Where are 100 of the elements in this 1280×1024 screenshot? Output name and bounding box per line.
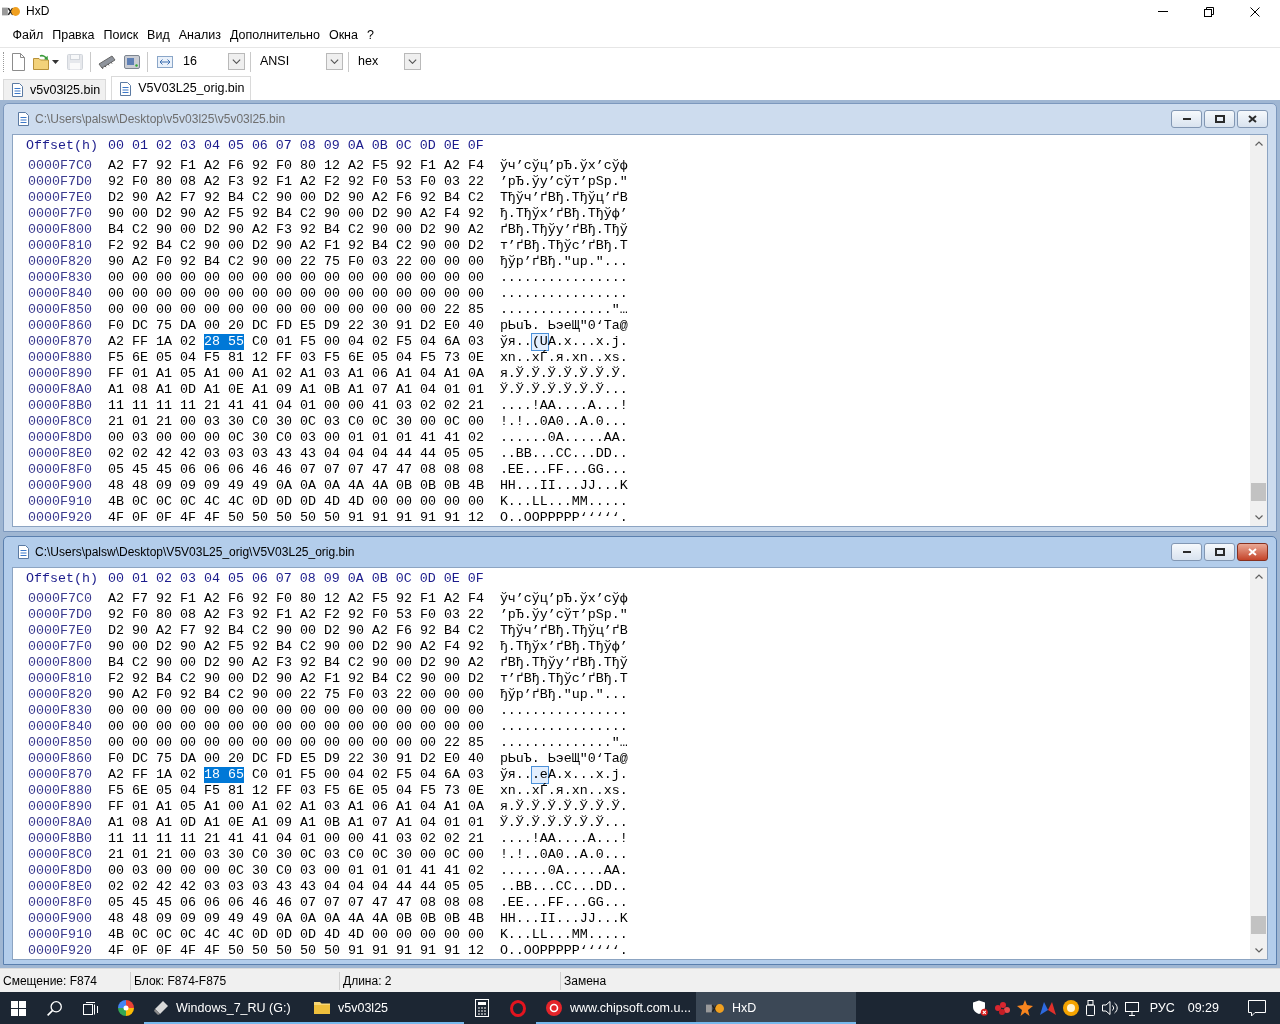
- hex-bytes: 48 48 09 09 09 49 49 0A 0A 0A 4A 4A 0B 0B 0B 4B: [108, 911, 484, 927]
- message-icon[interactable]: [1248, 999, 1266, 1017]
- monitor-icon[interactable]: [1124, 1000, 1139, 1016]
- row-offset: 0000F7F0: [28, 206, 92, 222]
- maximize-button[interactable]: [1204, 110, 1235, 128]
- hex-bytes: C0 01 F5 00 04 02 F5 04 6A 03: [251, 334, 484, 350]
- row-offset: 0000F800: [28, 222, 92, 238]
- column-header: 04: [203, 138, 220, 154]
- hex-bytes: 90 00 D2 90 A2 F5 92 B4 C2 90 00 D2 90 A2 F4 92: [108, 639, 484, 655]
- ansi-text: !.!..0А0..А.0...: [499, 414, 628, 430]
- caret-icon: [52, 59, 59, 64]
- star-icon[interactable]: [1016, 1000, 1033, 1016]
- menu-item[interactable]: Окна: [324, 25, 363, 45]
- menu-item[interactable]: Вид: [142, 25, 175, 45]
- ansi-text: ґВђ.Тђўу’ґВђ.Тђў: [499, 655, 628, 671]
- menu-item[interactable]: Анализ: [174, 25, 226, 45]
- berries-icon[interactable]: [994, 1001, 1010, 1015]
- menu-item[interactable]: Правка: [47, 25, 99, 45]
- row-offset: 0000F8C0: [28, 847, 92, 863]
- ansi-text: ’рЂ.ўу’сўт’рSр.": [499, 174, 628, 190]
- scroll-up-icon[interactable]: [1254, 574, 1263, 579]
- window-title: C:\Users\palsw\Desktop\V5V03L25_orig\V5V03L25_orig.bin: [35, 544, 355, 561]
- windows-logo-icon: [10, 1000, 26, 1016]
- logo-icon[interactable]: [1039, 1001, 1056, 1015]
- tab[interactable]: v5v03l25.bin: [3, 79, 107, 100]
- menu-item[interactable]: Файл: [8, 25, 48, 45]
- hex-bytes: 21 01 21 00 03 30 C0 30 0C 03 C0 0C 30 00 0C 00: [108, 847, 484, 863]
- ansi-text: .EE...FF...GG...: [499, 895, 628, 911]
- row-offset: 0000F7C0: [28, 591, 92, 607]
- ansi-text: хn..хЃ.я.хn..хs.: [499, 350, 628, 366]
- minimize-icon: [1182, 551, 1191, 553]
- ansi-text: я.Ў.Ў.Ў.Ў.Ў.Ў.Ў.: [499, 366, 628, 382]
- ansi-text: Ў.Ў.Ў.Ў.Ў.Ў.Ў...: [499, 815, 628, 831]
- status-text: Смещение: F874: [3, 972, 98, 990]
- hex-bytes: 28 55: [203, 334, 244, 350]
- row-offset: 0000F900: [28, 478, 92, 494]
- menu-item[interactable]: ?: [362, 25, 379, 45]
- ansi-text: ’рЂ.ўу’сўт’рSр.": [499, 607, 628, 623]
- shield-icon[interactable]: [971, 1000, 988, 1016]
- ansi-text: O..OOPPPPP‘‘‘‘‘.: [499, 943, 628, 959]
- ansi-text: .EE...FF...GG...: [499, 462, 628, 478]
- menu-item[interactable]: Дополнительно: [225, 25, 325, 45]
- hex-bytes: 48 48 09 09 09 49 49 0A 0A 0A 4A 4A 0B 0B 0B 4B: [108, 478, 484, 494]
- row-offset: 0000F830: [28, 270, 92, 286]
- hex-bytes: FF 01 A1 05 A1 00 A1 02 A1 03 A1 06 A1 04 A1 0A: [108, 799, 484, 815]
- scroll-down-icon[interactable]: [1254, 515, 1263, 520]
- ansi-text: HH...II...JJ...K: [499, 478, 628, 494]
- row-offset: 0000F8B0: [28, 831, 92, 847]
- clock[interactable]: 09:29: [1187, 998, 1219, 1018]
- ansi-text: Ў.Ў.Ў.Ў.Ў.Ў.Ў...: [499, 382, 628, 398]
- hex-bytes: 00 03 00 00 00 0C 30 C0 03 00 01 01 01 41 41 02: [108, 430, 484, 446]
- ansi-text: ђўр’ґВђ."uр."...: [499, 254, 628, 270]
- column-header: 07: [275, 138, 292, 154]
- circle-icon[interactable]: [1062, 1000, 1079, 1016]
- ansi-text: (U: [531, 334, 548, 350]
- close-button[interactable]: [1237, 543, 1268, 561]
- taskbar-button[interactable]: HxD: [696, 992, 856, 1024]
- menu-item[interactable]: Поиск: [98, 25, 143, 45]
- row-offset: 0000F850: [28, 302, 92, 318]
- ansi-text: хn..хЃ.я.хn..хs.: [499, 783, 628, 799]
- new-file-icon: [12, 52, 25, 71]
- hex-bytes: 00 03 00 00 00 0C 30 C0 03 00 01 01 01 41 41 02: [108, 863, 484, 879]
- language-indicator[interactable]: РУС: [1149, 998, 1175, 1018]
- taskbar-button[interactable]: v5v03l25: [304, 992, 464, 1024]
- hex-bytes: B4 C2 90 00 D2 90 A2 F3 92 B4 C2 90 00 D2 90 A2: [108, 222, 484, 238]
- scroll-down-icon[interactable]: [1254, 948, 1263, 953]
- minimize-button[interactable]: [1171, 543, 1202, 561]
- close-button[interactable]: [1237, 110, 1268, 128]
- row-offset: 0000F8E0: [28, 446, 92, 462]
- column-header: 09: [323, 571, 340, 587]
- maximize-button[interactable]: [1204, 543, 1235, 561]
- ansi-text: ґВђ.Тђўу’ґВђ.Тђў: [499, 222, 628, 238]
- taskbar-button[interactable]: Windows_7_RU (G:): [144, 992, 304, 1024]
- chevron-down-icon: [408, 59, 417, 64]
- ansi-text: ................: [499, 719, 628, 735]
- drive-icon: [124, 54, 140, 69]
- ansi-text: !.!..0А0..А.0...: [499, 847, 628, 863]
- minimize-button[interactable]: [1171, 110, 1202, 128]
- scrollbar-thumb[interactable]: [1251, 916, 1266, 934]
- ansi-text: .e: [531, 767, 548, 783]
- row-offset: 0000F7F0: [28, 639, 92, 655]
- scrollbar[interactable]: [1250, 568, 1267, 959]
- ansi-text: ..BB...CC...DD..: [499, 446, 628, 462]
- hex-bytes: A1 08 A1 0D A1 0E A1 09 A1 0B A1 07 A1 04 01 01: [108, 815, 484, 831]
- row-offset: 0000F880: [28, 783, 92, 799]
- ansi-text: я.Ў.Ў.Ў.Ў.Ў.Ў.Ў.: [499, 799, 628, 815]
- column-header: 04: [203, 571, 220, 587]
- hex-bytes: D2 90 A2 F7 92 B4 C2 90 00 D2 90 A2 F6 92 B4 C2: [108, 190, 484, 206]
- scroll-up-icon[interactable]: [1254, 141, 1263, 146]
- hex-bytes: 90 A2 F0 92 B4 C2 90 00 22 75 F0 03 22 00 00 00: [108, 687, 484, 703]
- scrollbar-thumb[interactable]: [1251, 483, 1266, 501]
- column-header: 03: [179, 571, 196, 587]
- scrollbar[interactable]: [1250, 135, 1267, 526]
- usb-stick-icon[interactable]: [1085, 1000, 1095, 1016]
- column-header: 0D: [419, 571, 436, 587]
- row-offset: 0000F850: [28, 735, 92, 751]
- tab[interactable]: V5V03L25_orig.bin: [111, 76, 251, 100]
- column-header: 07: [275, 571, 292, 587]
- speaker-icon[interactable]: [1101, 1000, 1118, 1016]
- ansi-text: ўя..: [499, 767, 532, 783]
